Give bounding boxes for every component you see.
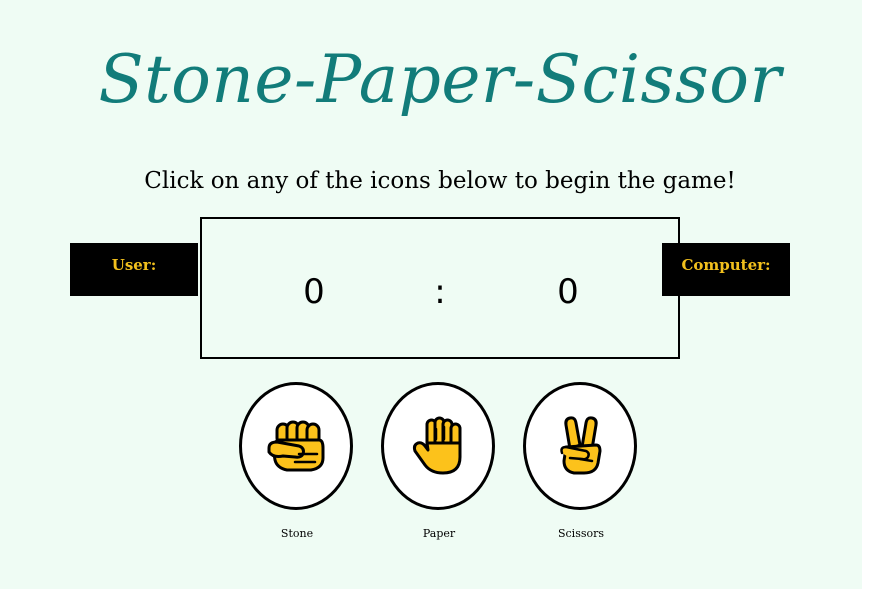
score-board: 0 : 0 bbox=[200, 217, 680, 359]
score-separator: : bbox=[434, 272, 446, 312]
page-title: Stone-Paper-Scissor bbox=[98, 41, 782, 118]
stone-choice-button[interactable] bbox=[239, 382, 353, 510]
computer-score: 0 bbox=[557, 272, 579, 312]
scissors-choice-button[interactable] bbox=[523, 382, 637, 510]
scissors-label: Scissors bbox=[557, 527, 605, 540]
stone-label: Stone bbox=[280, 527, 314, 540]
user-score: 0 bbox=[303, 272, 325, 312]
victory-hand-icon bbox=[560, 416, 602, 475]
paper-choice-button[interactable] bbox=[381, 382, 495, 510]
game-container: Stone-Paper-Scissor Click on any of the … bbox=[0, 0, 862, 589]
user-badge: User: bbox=[70, 243, 198, 296]
fist-icon bbox=[267, 420, 325, 472]
raised-hand-icon bbox=[412, 416, 462, 475]
paper-label: Paper bbox=[422, 527, 456, 540]
computer-badge: Computer: bbox=[662, 243, 790, 296]
instruction-text: Click on any of the icons below to begin… bbox=[144, 168, 736, 194]
